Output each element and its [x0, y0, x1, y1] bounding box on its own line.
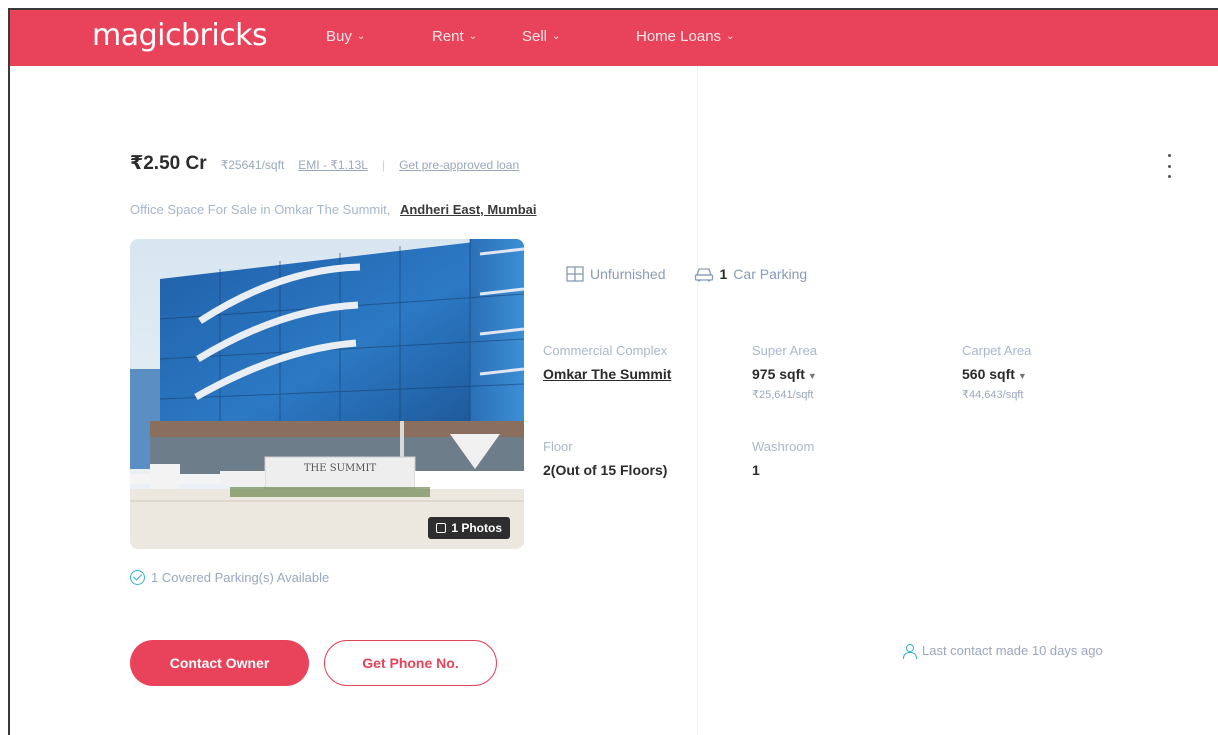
complex-link[interactable]: Omkar The Summit: [543, 366, 671, 382]
covered-parking-text: 1 Covered Parking(s) Available: [151, 570, 330, 585]
nav-home-loans-label: Home Loans: [636, 28, 722, 45]
floor-value: 2(Out of 15 Floors): [543, 462, 668, 478]
last-contact-info: Last contact made 10 days ago: [902, 643, 1103, 659]
property-features: Unfurnished 1 Car Parking: [566, 266, 807, 282]
pre-approved-loan-link[interactable]: Get pre-approved loan: [399, 158, 519, 172]
super-area-text: 975 sqft: [752, 366, 805, 382]
photo-count-label: 1 Photos: [451, 521, 502, 535]
super-area-rate: ₹25,641/sqft: [752, 389, 814, 401]
user-icon: [902, 643, 917, 659]
magicbricks-logo[interactable]: magicbricks: [92, 18, 268, 53]
nav-rent[interactable]: Rent ⌄: [432, 28, 522, 45]
building-sign: THE SUMMIT: [304, 463, 377, 474]
summary-super-area: Super Area 975 sqft ▼ ₹25,641/sqft: [752, 343, 817, 401]
nav-sell-label: Sell: [522, 28, 548, 45]
page-frame: magicbricks Buy ⌄ Rent ⌄ Sell ⌄ Home Loa…: [8, 8, 1218, 735]
carpet-area-label: Carpet Area: [962, 343, 1032, 358]
chevron-down-icon: ⌄: [726, 31, 735, 42]
separator: |: [381, 158, 386, 172]
feature-furnishing: Unfurnished: [566, 266, 666, 282]
super-area-label: Super Area: [752, 343, 818, 358]
caret-down-icon: ▼: [1017, 371, 1027, 381]
caret-down-icon: ▼: [807, 371, 817, 381]
price-row: ₹2.50 Cr ₹25641/sqft EMI - ₹1.13L | Get …: [130, 152, 519, 175]
feature-parking-label: Car Parking: [733, 266, 808, 282]
check-circle-icon: [130, 570, 145, 585]
photo-count-badge[interactable]: 1 Photos: [428, 517, 510, 539]
summary-complex: Commercial Complex Omkar The Summit: [543, 343, 671, 382]
get-phone-button[interactable]: Get Phone No.: [324, 640, 497, 686]
nav-sell[interactable]: Sell ⌄: [522, 28, 612, 45]
top-header: magicbricks Buy ⌄ Rent ⌄ Sell ⌄ Home Loa…: [10, 10, 1218, 66]
nav-buy[interactable]: Buy ⌄: [326, 28, 416, 45]
nav-home-loans[interactable]: Home Loans ⌄: [636, 28, 796, 45]
nav-buy-label: Buy: [326, 28, 352, 45]
gallery-icon: [436, 523, 447, 533]
floor-label: Floor: [543, 439, 573, 454]
furnishing-icon: [566, 266, 584, 282]
complex-label: Commercial Complex: [543, 343, 668, 358]
covered-parking-info: 1 Covered Parking(s) Available: [130, 570, 329, 585]
chevron-down-icon: ⌄: [468, 31, 478, 42]
last-contact-text: Last contact made 10 days ago: [922, 643, 1103, 658]
summary-floor: Floor 2(Out of 15 Floors): [543, 439, 667, 478]
emi-link[interactable]: EMI - ₹1.13L: [298, 158, 368, 172]
property-photo[interactable]: THE SUMMIT 1 Photos: [130, 239, 524, 549]
chevron-down-icon: ⌄: [552, 31, 561, 42]
column-divider: [697, 66, 698, 735]
price-per-sqft: ₹25641/sqft: [220, 158, 285, 172]
location-link[interactable]: Andheri East, Mumbai: [400, 202, 537, 217]
listing-price: ₹2.50 Cr: [130, 153, 207, 174]
washroom-value: 1: [752, 462, 760, 478]
more-options-icon[interactable]: [1163, 154, 1175, 178]
listing-title: Office Space For Sale in Omkar The Summi…: [130, 202, 537, 217]
summary-carpet-area: Carpet Area 560 sqft ▼ ₹44,643/sqft: [962, 343, 1031, 401]
summary-washroom: Washroom 1: [752, 439, 814, 478]
carpet-area-value[interactable]: 560 sqft ▼: [962, 366, 1031, 382]
car-icon: [694, 268, 713, 282]
feature-parking: 1 Car Parking: [694, 266, 808, 282]
feature-furnishing-label: Unfurnished: [590, 266, 666, 282]
chevron-down-icon: ⌄: [356, 31, 366, 42]
carpet-area-text: 560 sqft: [962, 366, 1015, 382]
carpet-area-rate: ₹44,643/sqft: [962, 389, 1024, 401]
listing-title-text: Office Space For Sale in Omkar The Summi…: [130, 202, 391, 217]
washroom-label: Washroom: [752, 439, 815, 454]
super-area-value[interactable]: 975 sqft ▼: [752, 366, 817, 382]
contact-owner-button[interactable]: Contact Owner: [130, 640, 309, 686]
building-illustration: THE SUMMIT: [130, 239, 524, 549]
nav-rent-label: Rent: [432, 28, 464, 45]
parking-count: 1: [719, 266, 728, 282]
